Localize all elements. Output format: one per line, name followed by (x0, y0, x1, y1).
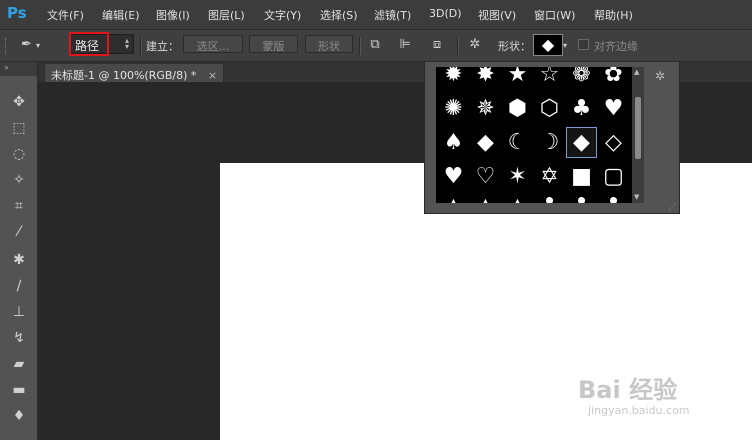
marquee-tool-icon[interactable]: ⬚ (9, 118, 29, 138)
menu-file[interactable]: 文件(F) (47, 7, 84, 23)
shape-cell[interactable]: ◇ (598, 127, 629, 158)
menu-edit[interactable]: 编辑(E) (102, 7, 140, 23)
brush-tool-icon[interactable]: ∕ (9, 276, 29, 296)
menu-select[interactable]: 选择(S) (320, 7, 358, 23)
shape-picker-button[interactable]: ◆ (533, 34, 563, 56)
gear-icon[interactable]: ✲ (655, 69, 665, 83)
tools-panel: » ✥ ⬚ ◌ ✧ ⌗ ⁄ ✱ ∕ ⊥ ↯ ▰ ▬ ♦ (0, 62, 38, 440)
scroll-up-icon[interactable]: ▲ (634, 68, 639, 76)
eraser-tool-icon[interactable]: ▰ (9, 354, 29, 374)
watermark-url: jingyan.baidu.com (588, 404, 690, 417)
shape-cell[interactable]: ♣ (566, 93, 597, 124)
shape-cell[interactable]: ♡ (470, 161, 501, 192)
resize-grip-icon[interactable]: ⋰ (668, 202, 676, 211)
path-arrangement-icon[interactable]: ⧈ (428, 37, 446, 55)
scroll-thumb[interactable] (635, 97, 641, 159)
healing-brush-tool-icon[interactable]: ✱ (9, 250, 29, 270)
options-grip[interactable] (5, 38, 9, 54)
path-alignment-icon[interactable]: ⊫ (396, 37, 414, 55)
crop-tool-icon[interactable]: ⌗ (9, 196, 29, 216)
shape-cell[interactable]: ♣ (566, 191, 597, 203)
gear-icon[interactable]: ✲ (466, 37, 484, 55)
shape-cell[interactable]: ♣ (598, 191, 629, 203)
shape-cell[interactable]: ▲ (502, 191, 533, 203)
lasso-tool-icon[interactable]: ◌ (9, 144, 29, 164)
shape-cell[interactable]: ▲ (470, 191, 501, 203)
highlight-box (69, 32, 109, 56)
shape-cell[interactable]: ■ (566, 161, 597, 192)
move-tool-icon[interactable]: ✥ (9, 92, 29, 112)
shape-cell[interactable]: ✺ (438, 93, 469, 124)
options-bar: ✒ ▾ 路径 ▴ ▾ 建立： 选区... 蒙版 形状 ⧉ ⊫ ⧈ ✲ 形状： ◆ … (0, 30, 752, 62)
pen-tool-icon: ✒ (21, 37, 32, 52)
shape-label: 形状： (498, 40, 531, 53)
select-arrows-icon: ▴ ▾ (124, 36, 129, 51)
shape-cell-selected[interactable]: ◆ (566, 127, 597, 158)
document-tab[interactable]: 未标题-1 @ 100%(RGB/8) * × (44, 63, 224, 82)
shape-cell[interactable]: ✸ (470, 67, 501, 90)
menu-help[interactable]: 帮助(H) (594, 7, 633, 23)
magic-wand-tool-icon[interactable]: ✧ (9, 170, 29, 190)
menu-layer[interactable]: 图层(L) (208, 7, 245, 23)
blur-tool-icon[interactable]: ♦ (9, 406, 29, 426)
shape-cell[interactable]: ✿ (598, 67, 629, 90)
shape-cell[interactable]: ⬢ (502, 93, 533, 124)
close-icon[interactable]: × (208, 69, 217, 82)
make-label: 建立： (146, 40, 179, 53)
align-edges-label: 对齐边缘 (594, 40, 638, 53)
align-edges-checkbox[interactable] (578, 39, 589, 50)
shape-cell[interactable]: ♠ (438, 127, 469, 158)
separator (359, 37, 361, 55)
shape-cell[interactable]: ▲ (438, 191, 469, 203)
shape-cell[interactable]: ▢ (598, 161, 629, 192)
shape-grid: ✹ ✸ ★ ☆ ❁ ✿ ✺ ✵ ⬢ ⬡ ♣ ♥ ♠ ◆ ☾ ☽ ◆ ◇ ♥ ♡ … (436, 67, 632, 203)
shape-cell[interactable]: ✹ (438, 67, 469, 90)
make-selection-button[interactable]: 选区... (183, 35, 243, 53)
shape-cell[interactable]: ✶ (502, 161, 533, 192)
shape-cell[interactable]: ♣ (534, 191, 565, 203)
shape-cell[interactable]: ☽ (534, 127, 565, 158)
watermark-logo: Bai 经验 (578, 376, 678, 404)
shape-cell[interactable]: ♥ (598, 93, 629, 124)
clone-stamp-tool-icon[interactable]: ⊥ (9, 302, 29, 322)
shape-cell[interactable]: ☾ (502, 127, 533, 158)
menu-type[interactable]: 文字(Y) (264, 7, 301, 23)
document-tab-title: 未标题-1 @ 100%(RGB/8) * (51, 69, 197, 82)
shape-cell[interactable]: ⬡ (534, 93, 565, 124)
eyedropper-tool-icon[interactable]: ⁄ (9, 222, 29, 242)
collapse-icon: » (4, 63, 9, 72)
tool-preset-picker[interactable]: ✒ ▾ (21, 37, 51, 55)
shape-cell[interactable]: ☆ (534, 67, 565, 90)
shape-cell[interactable]: ❁ (566, 67, 597, 90)
make-mask-button[interactable]: 蒙版 (249, 35, 298, 53)
menu-filter[interactable]: 滤镜(T) (374, 7, 411, 23)
app-logo: Ps (7, 4, 27, 22)
menu-3d[interactable]: 3D(D) (429, 7, 462, 20)
history-brush-tool-icon[interactable]: ↯ (9, 328, 29, 348)
path-operations-icon[interactable]: ⧉ (366, 37, 384, 55)
separator (457, 37, 459, 55)
shape-cell[interactable]: ◆ (470, 127, 501, 158)
menu-bar: Ps 文件(F) 编辑(E) 图像(I) 图层(L) 文字(Y) 选择(S) 滤… (0, 0, 752, 30)
shape-cell[interactable]: ♥ (438, 161, 469, 192)
panel-collapse-bar[interactable]: » (0, 62, 37, 76)
chevron-down-icon[interactable]: ▾ (563, 41, 567, 50)
shape-cell[interactable]: ★ (502, 67, 533, 90)
menu-image[interactable]: 图像(I) (156, 7, 190, 23)
separator (140, 37, 142, 55)
scroll-down-icon[interactable]: ▼ (634, 193, 639, 201)
make-shape-button[interactable]: 形状 (305, 35, 353, 53)
shape-picker-popup: ✹ ✸ ★ ☆ ❁ ✿ ✺ ✵ ⬢ ⬡ ♣ ♥ ♠ ◆ ☾ ☽ ◆ ◇ ♥ ♡ … (424, 61, 680, 214)
gradient-tool-icon[interactable]: ▬ (9, 380, 29, 400)
shape-cell[interactable]: ✵ (470, 93, 501, 124)
menu-window[interactable]: 窗口(W) (534, 7, 575, 23)
menu-view[interactable]: 视图(V) (478, 7, 516, 23)
shape-cell[interactable]: ✡ (534, 161, 565, 192)
shape-picker-scrollbar[interactable]: ▲ ▼ (632, 67, 644, 203)
